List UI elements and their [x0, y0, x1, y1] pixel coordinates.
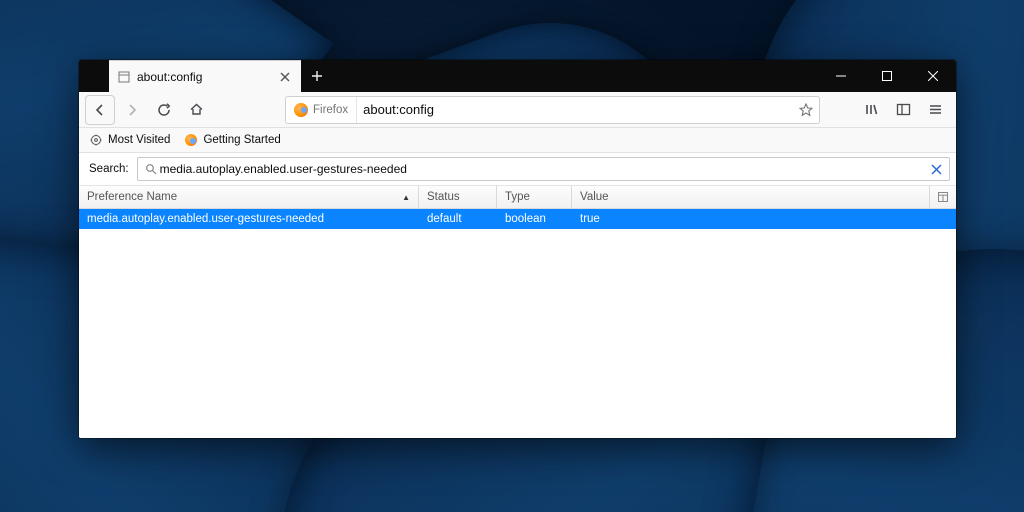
url-input[interactable] [357, 102, 799, 117]
sidebar-button[interactable] [888, 96, 918, 124]
pref-table-header: Preference Name ▲ Status Type Value [79, 185, 956, 209]
pref-cell-status: default [419, 213, 497, 225]
column-picker-icon[interactable] [930, 186, 956, 208]
column-header-type[interactable]: Type [497, 186, 572, 208]
pref-cell-value: true [572, 213, 956, 225]
firefox-icon [294, 103, 308, 117]
gear-icon [89, 133, 103, 147]
bookmark-most-visited[interactable]: Most Visited [89, 133, 170, 147]
app-menu-button[interactable] [920, 96, 950, 124]
column-header-name[interactable]: Preference Name ▲ [79, 186, 419, 208]
reload-button[interactable] [149, 96, 179, 124]
bookmark-label: Most Visited [108, 134, 170, 146]
forward-button[interactable] [117, 96, 147, 124]
column-label: Value [580, 191, 609, 203]
search-label: Search: [89, 163, 129, 175]
pref-table: Preference Name ▲ Status Type Value medi… [79, 185, 956, 438]
bookmarks-toolbar: Most Visited Getting Started [79, 128, 956, 153]
column-header-value[interactable]: Value [572, 186, 930, 208]
maximize-button[interactable] [864, 60, 910, 92]
bookmark-star-icon[interactable] [799, 103, 813, 117]
url-actions [799, 103, 819, 117]
back-button[interactable] [85, 95, 115, 125]
new-tab-button[interactable] [301, 60, 333, 92]
column-header-status[interactable]: Status [419, 186, 497, 208]
pref-table-body: media.autoplay.enabled.user-gestures-nee… [79, 209, 956, 438]
pref-search-input[interactable] [160, 162, 927, 176]
search-icon [142, 163, 160, 175]
library-button[interactable] [856, 96, 886, 124]
titlebar-drag-area[interactable] [333, 60, 818, 92]
home-button[interactable] [181, 96, 211, 124]
tab-strip: about:config [79, 60, 333, 92]
bookmark-label: Getting Started [203, 134, 280, 146]
pref-row[interactable]: media.autoplay.enabled.user-gestures-nee… [79, 209, 956, 229]
sort-asc-icon: ▲ [402, 193, 410, 202]
tab-about-config[interactable]: about:config [109, 60, 301, 92]
tab-close-icon[interactable] [277, 69, 293, 85]
tab-title: about:config [137, 70, 271, 84]
close-window-button[interactable] [910, 60, 956, 92]
url-bar[interactable]: Firefox [285, 96, 820, 124]
navigation-toolbar: Firefox [79, 92, 956, 128]
pref-search-box[interactable] [137, 157, 950, 181]
tab-favicon-icon [117, 70, 131, 84]
identity-label: Firefox [313, 104, 348, 116]
browser-window: about:config [79, 60, 956, 438]
identity-box[interactable]: Firefox [286, 97, 357, 123]
bookmark-getting-started[interactable]: Getting Started [184, 133, 280, 147]
tabs-lead-spacer [79, 60, 109, 92]
window-controls [818, 60, 956, 92]
toolbar-right [828, 96, 950, 124]
titlebar: about:config [79, 60, 956, 92]
minimize-button[interactable] [818, 60, 864, 92]
pref-cell-type: boolean [497, 213, 572, 225]
pref-cell-name: media.autoplay.enabled.user-gestures-nee… [79, 213, 419, 225]
pref-search-row: Search: [79, 153, 956, 185]
clear-search-icon[interactable] [927, 164, 945, 175]
firefox-icon [184, 133, 198, 147]
column-label: Status [427, 191, 460, 203]
column-label: Type [505, 191, 530, 203]
column-label: Preference Name [87, 191, 177, 203]
